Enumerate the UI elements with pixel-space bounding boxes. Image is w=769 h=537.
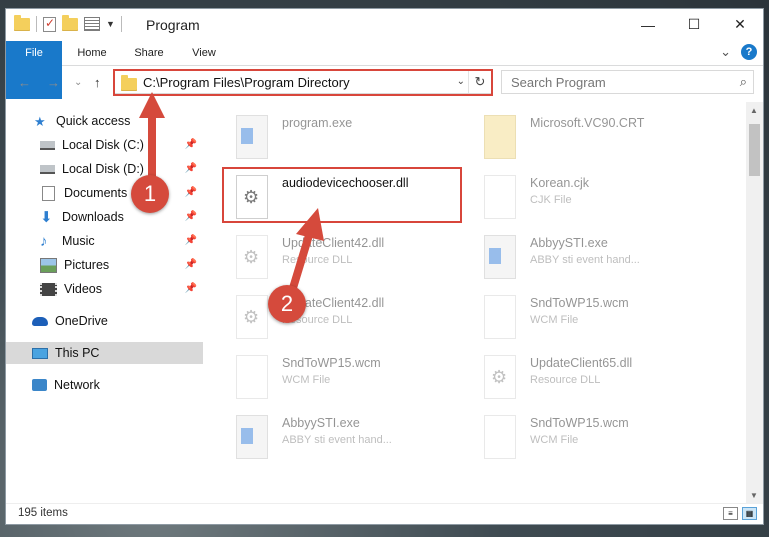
arrow-step-1-head — [139, 92, 165, 118]
step-1-badge: 1 — [131, 175, 169, 213]
arrow-step-2-head — [296, 208, 324, 241]
annotation-arrows — [139, 92, 324, 290]
step-2-badge: 2 — [268, 285, 306, 323]
arrow-step-2 — [289, 230, 314, 290]
